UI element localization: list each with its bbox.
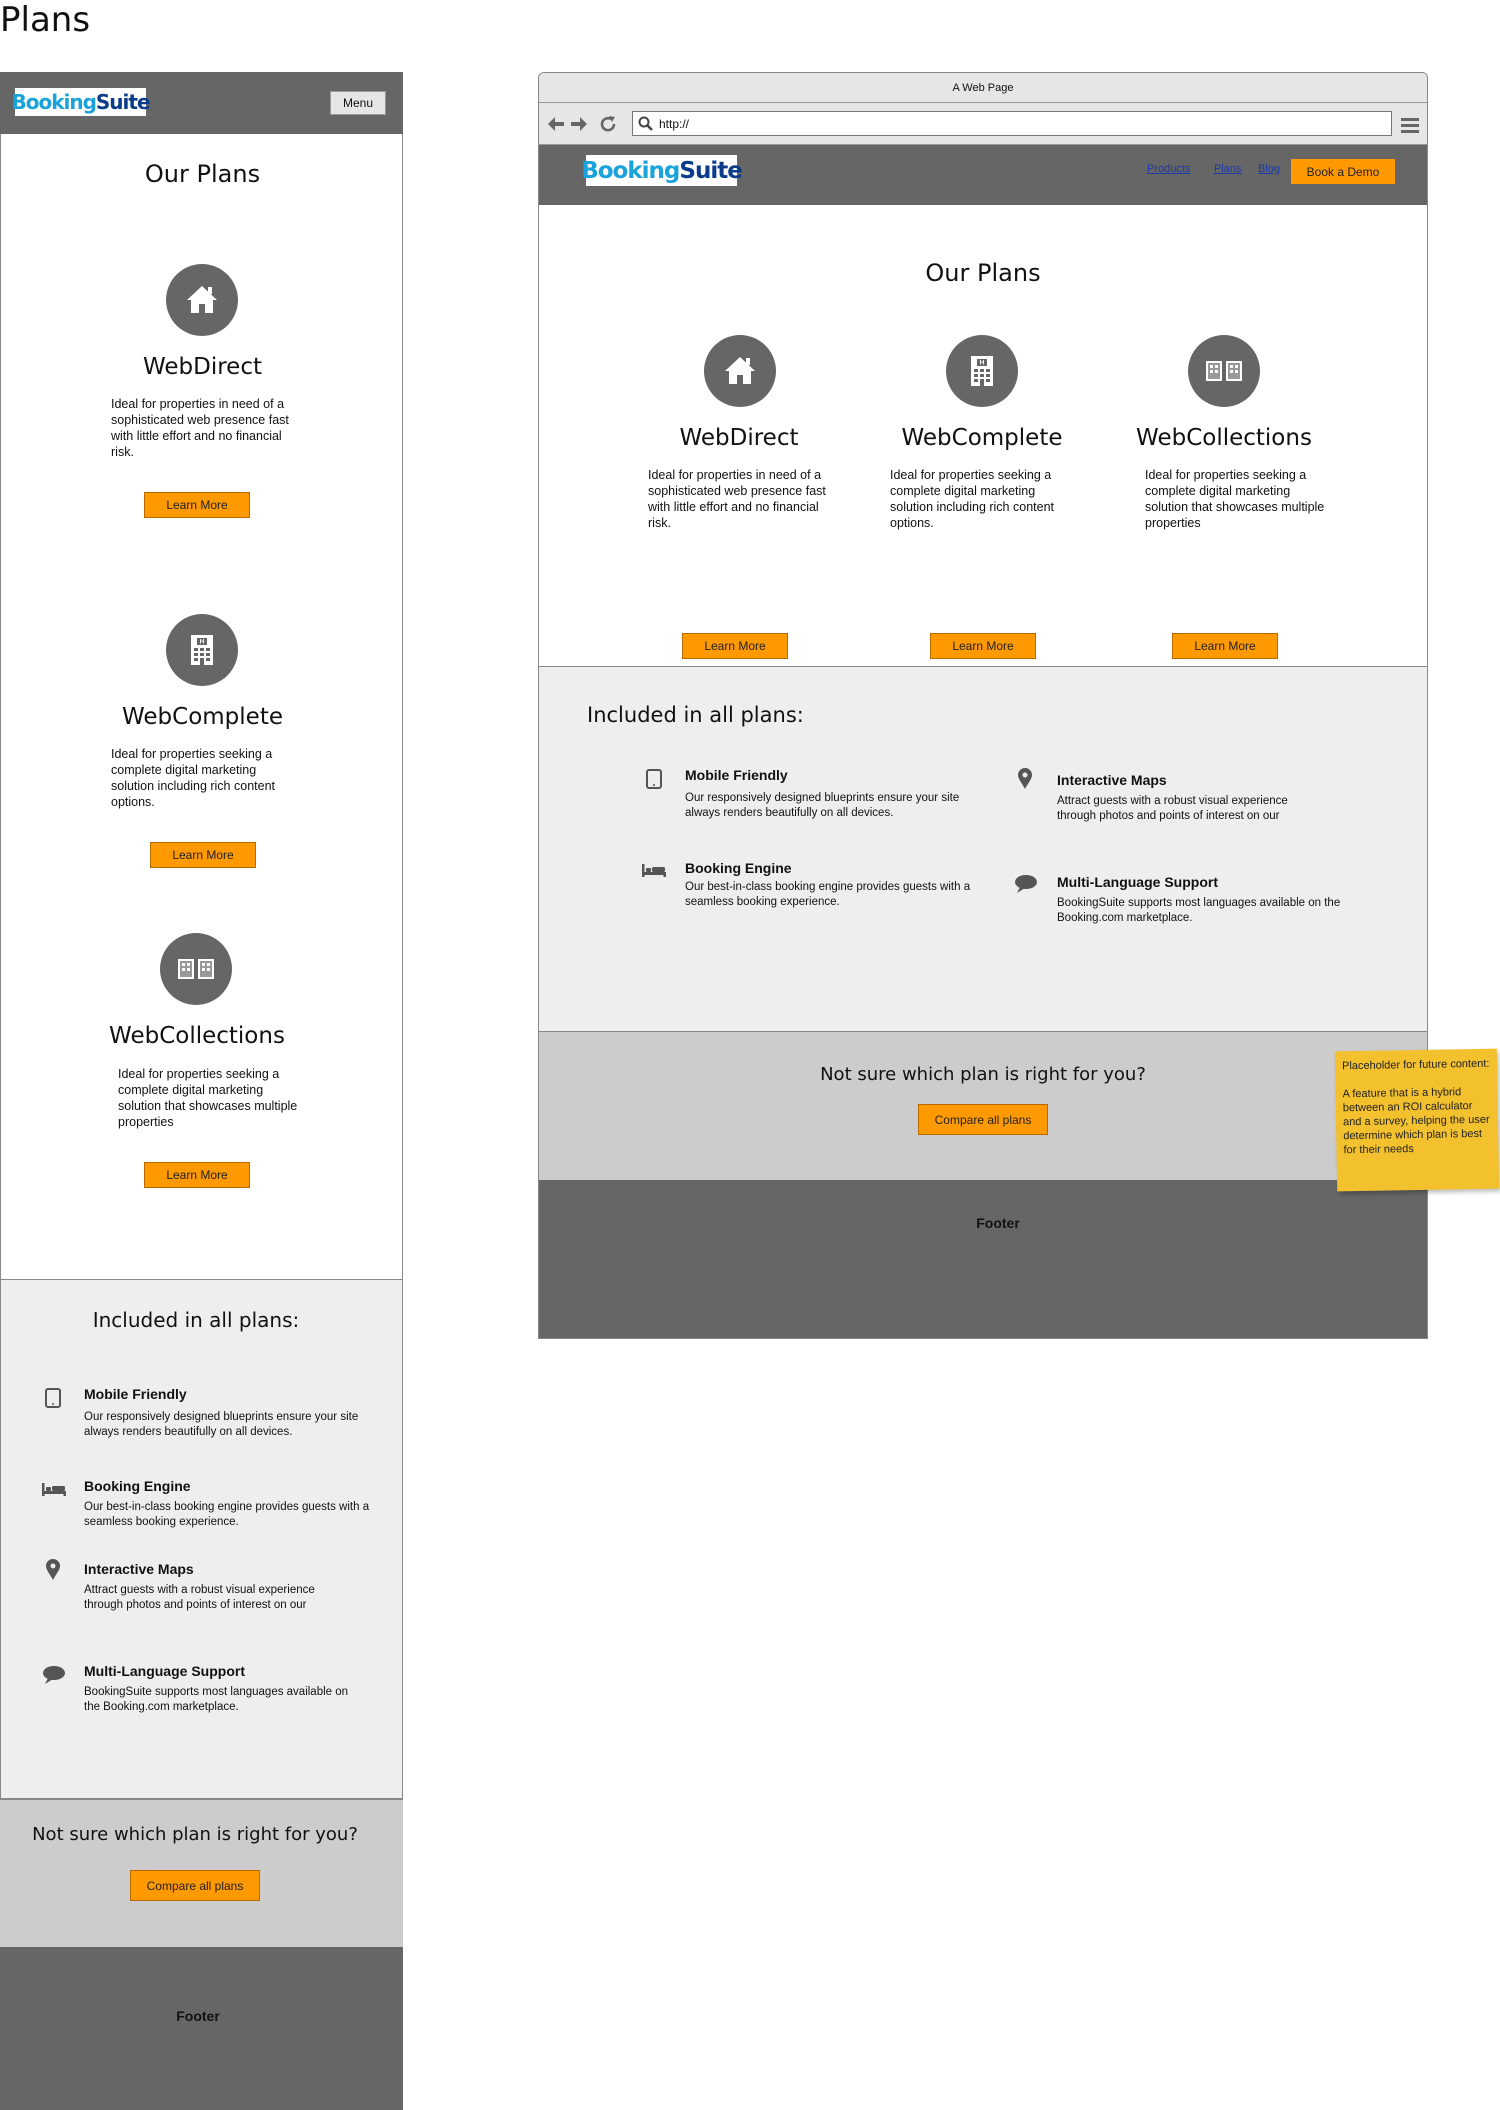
plans-heading: Our Plans (144, 160, 261, 188)
reload-icon[interactable] (599, 115, 617, 133)
url-bar[interactable]: http:// (632, 111, 1392, 136)
learn-more-button[interactable]: Learn More (144, 1162, 250, 1188)
map-pin-icon (46, 1559, 60, 1580)
browser-window: A Web Page http:// Booking Suite Products… (538, 72, 1428, 1339)
search-icon (638, 116, 653, 131)
plan-title: WebCollections (1136, 425, 1312, 451)
compare-plans-button[interactable]: Compare all plans (130, 1870, 260, 1901)
house-icon (166, 264, 238, 336)
sticky-note-body: A feature that is a hybrid between an RO… (1342, 1086, 1490, 1157)
feature-description: Our best-in-class booking engine provide… (685, 881, 971, 908)
speech-bubble-icon (1015, 875, 1037, 893)
included-heading: Included in all plans: (92, 1308, 300, 1332)
mobile-logo[interactable]: Booking Suite (11, 88, 151, 116)
sticky-note-heading: Placeholder for future content: (1341, 1057, 1490, 1073)
learn-more-button[interactable]: Learn More (144, 492, 250, 518)
feature-description: Our responsively designed blueprints ens… (685, 792, 960, 819)
mobile-plans-section: Our Plans WebDirect Ideal for properties… (0, 134, 403, 1280)
nav-link-plans[interactable]: Plans (1214, 163, 1242, 175)
page-heading: Plans (0, 0, 91, 40)
url-text: http:// (659, 116, 690, 131)
feature-title: Interactive Maps (84, 1561, 194, 1577)
plan-description: Ideal for properties seeking a complete … (111, 747, 275, 809)
bed-icon (42, 1483, 66, 1496)
buildings-icon (1188, 335, 1260, 407)
book-demo-button[interactable]: Book a Demo (1291, 159, 1395, 184)
feature-description: Our responsively designed blueprints ens… (84, 1411, 359, 1438)
included-heading: Included in all plans: (587, 703, 804, 727)
plan-title: WebComplete (122, 704, 283, 730)
bed-icon (642, 864, 666, 877)
desktop-footer: Footer (539, 1180, 1427, 1338)
plan-description: Ideal for properties seeking a complete … (1145, 468, 1325, 530)
plan-title: WebCollections (109, 1023, 285, 1049)
browser-toolbar: http:// (539, 103, 1427, 145)
sticky-note: Placeholder for future content: A featur… (1334, 1048, 1500, 1192)
plan-description: Ideal for properties in need of a sophis… (648, 468, 826, 530)
desktop-included-section: Included in all plans: Mobile Friendly O… (539, 667, 1427, 1032)
feature-title: Booking Engine (685, 860, 792, 876)
plans-heading: Our Plans (925, 259, 1041, 287)
feature-title: Interactive Maps (1057, 772, 1167, 788)
buildings-icon (160, 933, 232, 1005)
plan-description: Ideal for properties seeking a complete … (118, 1067, 298, 1129)
plan-description: Ideal for properties seeking a complete … (890, 468, 1054, 530)
house-icon (704, 335, 776, 407)
learn-more-button[interactable]: Learn More (1172, 633, 1278, 659)
plan-title: WebDirect (142, 354, 262, 380)
plan-title: WebComplete (901, 425, 1063, 451)
learn-more-button[interactable]: Learn More (150, 842, 256, 868)
desktop-compare-section: Not sure which plan is right for you? Co… (539, 1032, 1427, 1180)
mobile-included-section: Included in all plans: Mobile Friendly O… (0, 1280, 403, 1799)
compare-plans-button[interactable]: Compare all plans (918, 1104, 1048, 1135)
tablet-icon (45, 1388, 61, 1408)
feature-description: BookingSuite supports most languages ava… (84, 1686, 349, 1713)
back-arrow-icon[interactable] (547, 116, 565, 132)
feature-description: Our best-in-class booking engine provide… (84, 1501, 370, 1528)
feature-title: Multi-Language Support (1057, 874, 1218, 890)
tablet-icon (646, 769, 662, 789)
learn-more-button[interactable]: Learn More (930, 633, 1036, 659)
mobile-compare-section: Not sure which plan is right for you? Co… (0, 1799, 403, 1947)
compare-question: Not sure which plan is right for you? (32, 1824, 358, 1845)
feature-description: BookingSuite supports most languages ava… (1057, 897, 1341, 924)
plan-title: WebDirect (679, 425, 799, 451)
hotel-building-icon (166, 614, 238, 686)
forward-arrow-icon[interactable] (570, 116, 588, 132)
hamburger-menu-icon[interactable] (1400, 116, 1420, 134)
footer-label: Footer (176, 2008, 220, 2024)
speech-bubble-icon (43, 1666, 65, 1684)
compare-question: Not sure which plan is right for you? (820, 1064, 1146, 1085)
feature-title: Mobile Friendly (685, 767, 788, 783)
site-logo[interactable]: Booking Suite (581, 155, 743, 186)
plan-description: Ideal for properties in need of a sophis… (111, 397, 289, 459)
footer-label: Footer (976, 1215, 1020, 1231)
browser-title: A Web Page (539, 73, 1427, 103)
mobile-footer: Footer (0, 1947, 403, 2110)
nav-link-products[interactable]: Products (1147, 163, 1190, 175)
feature-title: Booking Engine (84, 1478, 191, 1494)
feature-description: Attract guests with a robust visual expe… (1057, 795, 1288, 822)
desktop-plans-section: Our Plans WebDirect Ideal for properties… (539, 205, 1427, 667)
feature-title: Mobile Friendly (84, 1386, 187, 1402)
feature-title: Multi-Language Support (84, 1663, 245, 1679)
mobile-header: Booking Suite Menu (0, 72, 403, 134)
map-pin-icon (1018, 768, 1032, 789)
hotel-building-icon (946, 335, 1018, 407)
mobile-menu-button[interactable]: Menu (330, 91, 386, 115)
learn-more-button[interactable]: Learn More (682, 633, 788, 659)
feature-description: Attract guests with a robust visual expe… (84, 1584, 315, 1611)
nav-link-blog[interactable]: Blog (1258, 163, 1280, 175)
